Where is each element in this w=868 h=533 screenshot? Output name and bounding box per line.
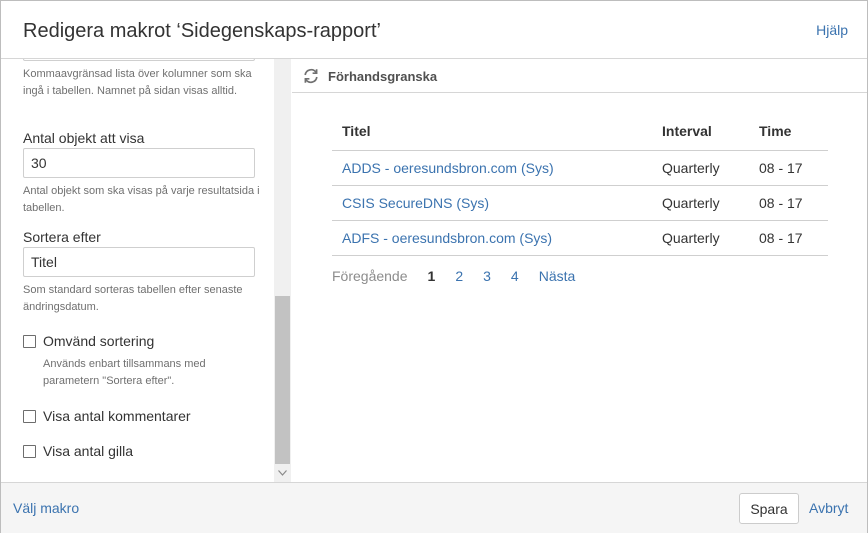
pagination-page-3[interactable]: 3 [483, 268, 491, 284]
row-time: 08 - 17 [749, 185, 828, 221]
dialog-header: Redigera makrot ‘Sidegenskaps-rapport’ H… [1, 1, 867, 59]
reverse-sort-checkbox[interactable] [23, 334, 36, 348]
table-header-row: Titel Interval Time [332, 113, 828, 151]
preview-panel: Förhandsgranska Titel Interval Time ADDS… [292, 59, 867, 482]
parameters-scrollbar[interactable] [274, 59, 291, 482]
show-likes-checkbox[interactable] [23, 444, 36, 458]
sort-input[interactable] [23, 247, 255, 277]
row-title-link[interactable]: ADFS - oeresundsbron.com (Sys) [332, 220, 652, 256]
count-input[interactable] [23, 148, 255, 178]
row-interval: Quarterly [652, 185, 749, 221]
cancel-link[interactable]: Avbryt [809, 500, 848, 516]
count-description: Antal objekt som ska visas på varje resu… [23, 185, 260, 214]
column-header-time[interactable]: Time [749, 113, 828, 151]
row-time: 08 - 17 [749, 150, 828, 186]
sort-description: Som standard sorteras tabellen efter sen… [23, 284, 243, 313]
sort-label: Sortera efter [23, 229, 101, 245]
show-comments-option[interactable]: Visa antal kommentarer [23, 408, 191, 424]
reverse-sort-description: Används enbart tillsammans med parameter… [43, 358, 206, 387]
show-likes-option[interactable]: Visa antal gilla [23, 443, 133, 459]
column-header-title[interactable]: Titel [332, 113, 652, 151]
row-time: 08 - 17 [749, 220, 828, 256]
refresh-icon[interactable] [302, 67, 320, 85]
table-row: CSIS SecureDNS (Sys) Quarterly 08 - 17 [332, 185, 828, 221]
parameters-panel: Kommaavgränsad lista över kolumner som s… [1, 59, 291, 482]
report-table: Titel Interval Time ADDS - oeresundsbron… [332, 113, 828, 256]
pagination-page-1: 1 [427, 268, 436, 284]
columns-description: Kommaavgränsad lista över kolumner som s… [23, 68, 252, 97]
pagination-page-2[interactable]: 2 [455, 268, 463, 284]
dialog-title: Redigera makrot ‘Sidegenskaps-rapport’ [23, 20, 381, 42]
show-comments-label: Visa antal kommentarer [43, 408, 191, 424]
pagination-prev: Föregående [332, 268, 408, 284]
pagination: Föregående 1 2 3 4 Nästa [332, 268, 595, 284]
row-title-link[interactable]: ADDS - oeresundsbron.com (Sys) [332, 150, 652, 186]
show-comments-checkbox[interactable] [23, 409, 36, 423]
columns-input[interactable] [23, 59, 255, 61]
column-header-interval[interactable]: Interval [652, 113, 749, 151]
scroll-down-arrow-icon[interactable] [274, 466, 291, 480]
row-title-link[interactable]: CSIS SecureDNS (Sys) [332, 185, 652, 221]
scrollbar-thumb[interactable] [275, 296, 290, 464]
row-interval: Quarterly [652, 220, 749, 256]
dialog-footer: Välj makro Spara Avbryt [1, 482, 867, 533]
preview-title: Förhandsgranska [328, 69, 438, 84]
reverse-sort-option[interactable]: Omvänd sortering [23, 333, 154, 349]
show-likes-label: Visa antal gilla [43, 443, 134, 459]
row-interval: Quarterly [652, 150, 749, 186]
select-macro-link[interactable]: Välj makro [13, 500, 79, 516]
reverse-sort-label: Omvänd sortering [43, 333, 155, 349]
preview-header: Förhandsgranska [292, 59, 867, 93]
save-button[interactable]: Spara [739, 493, 799, 524]
pagination-next[interactable]: Nästa [539, 268, 576, 284]
table-row: ADDS - oeresundsbron.com (Sys) Quarterly… [332, 150, 828, 186]
pagination-page-4[interactable]: 4 [511, 268, 519, 284]
table-row: ADFS - oeresundsbron.com (Sys) Quarterly… [332, 220, 828, 256]
count-label: Antal objekt att visa [23, 130, 145, 146]
help-link[interactable]: Hjälp [816, 22, 848, 38]
macro-editor-dialog: Redigera makrot ‘Sidegenskaps-rapport’ H… [0, 0, 868, 533]
